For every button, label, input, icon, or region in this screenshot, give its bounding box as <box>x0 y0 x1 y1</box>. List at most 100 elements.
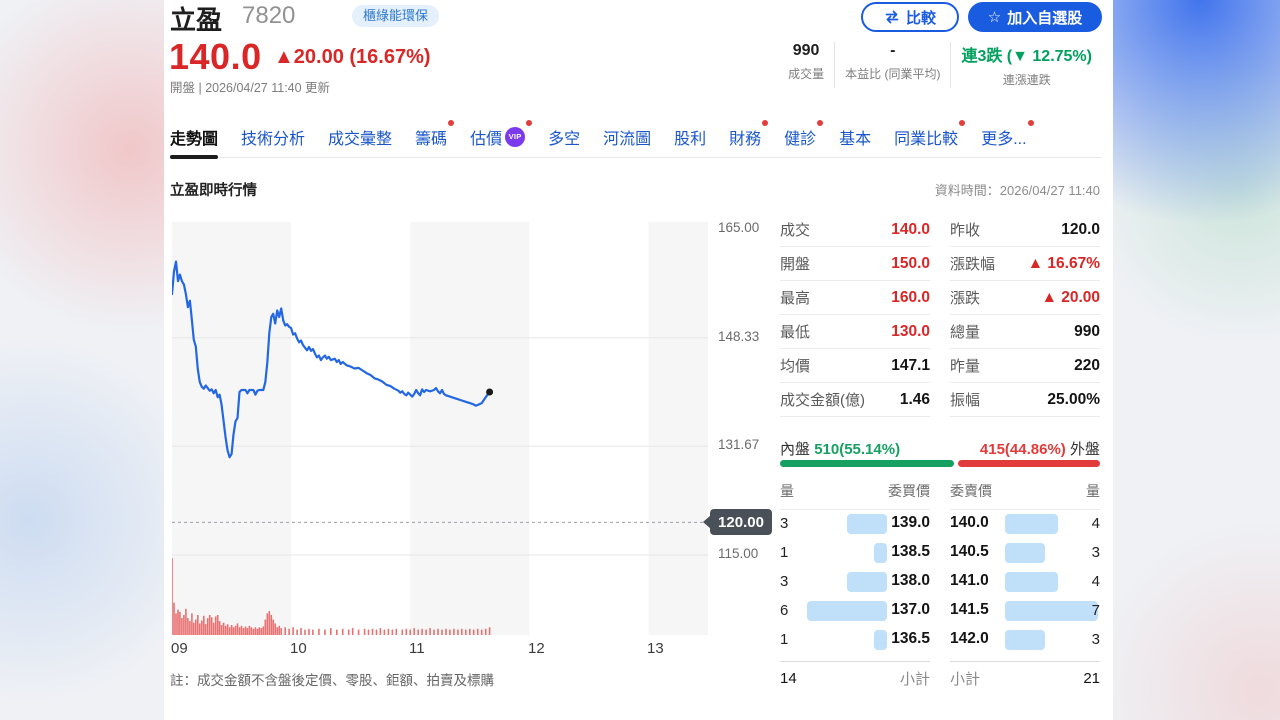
tab-item[interactable]: 多空 <box>548 116 580 157</box>
compare-button-label: 比較 <box>905 9 936 27</box>
outer-value: 415(44.86%) <box>979 441 1066 458</box>
add-watchlist-button[interactable]: ☆ 加入自選股 <box>968 2 1102 32</box>
tab-item[interactable]: 同業比較 <box>894 116 966 157</box>
tab-item[interactable]: 健診 <box>784 116 824 157</box>
tab-item[interactable]: 估價 VIP <box>470 116 533 157</box>
outer-label: 外盤 <box>1069 441 1100 458</box>
ask-row[interactable]: 141.0 4 <box>950 568 1100 597</box>
stat-value: 160.0 <box>891 288 930 306</box>
bid-qty: 1 <box>780 631 789 648</box>
y-axis-tick: 115.00 <box>718 546 759 561</box>
tab-label: 基本 <box>839 130 872 148</box>
notification-dot-icon <box>959 120 966 126</box>
volume-bar <box>391 629 394 635</box>
bid-row[interactable]: 1 136.5 <box>780 626 930 655</box>
quick-stat-label: 連漲連跌 <box>1002 73 1051 87</box>
y-axis-tick: 165.00 <box>718 220 760 235</box>
volume-bar <box>308 628 310 635</box>
volume-bar <box>201 620 203 635</box>
ask-price: 140.0 <box>950 514 989 531</box>
volume-bar <box>425 629 427 635</box>
volume-bar <box>173 602 175 635</box>
ask-row[interactable]: 140.5 3 <box>950 539 1100 568</box>
volume-bar <box>387 628 390 635</box>
stat-value: 120.0 <box>1061 220 1100 238</box>
bid-row[interactable]: 1 138.5 <box>780 539 930 568</box>
stat-label: 振幅 <box>950 392 981 409</box>
bid-depth-bar <box>847 572 887 592</box>
tab-item[interactable]: 股利 <box>674 116 706 157</box>
tab-item[interactable]: 技術分析 <box>241 116 305 157</box>
quick-stat-value: - <box>890 42 896 59</box>
stat-value: 220 <box>1074 356 1100 374</box>
volume-bar <box>264 619 267 635</box>
tab-item[interactable]: 走勢圖 <box>170 116 219 159</box>
volume-bar <box>256 628 259 635</box>
volume-bar <box>240 625 243 635</box>
stat-value: 25.00% <box>1047 390 1100 408</box>
stat-value: 147.1 <box>891 356 930 374</box>
intraday-chart[interactable]: 120.00 165.00 148.33 131.67 115.00 09 10 11 12 1… <box>170 220 797 667</box>
stat-label: 均價 <box>780 358 811 375</box>
volume-bar <box>268 611 271 635</box>
bid-price: 137.0 <box>891 601 930 618</box>
x-axis-tick: 13 <box>647 640 664 657</box>
volume-bar <box>274 623 276 635</box>
volume-bar <box>250 627 253 635</box>
tab-item[interactable]: 財務 <box>729 116 769 157</box>
chart-canvas[interactable] <box>170 222 708 636</box>
compare-button[interactable]: 比較 <box>861 2 959 32</box>
x-axis-tick: 10 <box>290 640 307 657</box>
volume-bar <box>421 628 423 635</box>
tab-item[interactable]: 更多... <box>981 116 1034 157</box>
tab-item[interactable]: 基本 <box>839 116 871 157</box>
volume-bar <box>429 628 431 635</box>
compare-arrows-icon <box>884 10 900 24</box>
volume-bar <box>433 629 435 635</box>
bid-total: 14 <box>780 669 797 687</box>
ask-qty: 7 <box>1091 602 1100 619</box>
volume-bar <box>375 629 378 635</box>
tab-label: 更多... <box>981 130 1027 148</box>
tab-item[interactable]: 成交彙整 <box>328 116 392 157</box>
hour-band <box>172 222 292 635</box>
volume-bar <box>226 624 229 635</box>
quick-stat: - 本益比 (同業平均) <box>834 42 950 88</box>
inner-bar-segment <box>780 460 955 467</box>
tab-item[interactable]: 籌碼 <box>415 116 455 157</box>
x-axis-tick: 12 <box>528 640 545 657</box>
ask-row[interactable]: 141.5 7 <box>950 597 1100 626</box>
volume-bar <box>445 628 447 635</box>
volume-bar <box>457 629 459 635</box>
stat-value: 990 <box>1074 322 1100 340</box>
ask-row[interactable]: 140.0 4 <box>950 510 1100 539</box>
volume-bar <box>242 628 245 635</box>
volume-bar <box>195 619 197 635</box>
stock-name: 立盈 <box>170 5 223 35</box>
industry-tag[interactable]: 櫃綠能環保 <box>352 5 440 27</box>
volume-bar <box>383 629 386 635</box>
volume-bar <box>179 611 181 635</box>
ask-price: 142.0 <box>950 630 989 647</box>
bid-row[interactable]: 3 138.0 <box>780 568 930 597</box>
quick-stats: 990 成交量 - 本益比 (同業平均) 連3跌 (▼ 12.75%) 連漲連跌 <box>778 42 1102 88</box>
bid-row[interactable]: 6 137.0 <box>780 597 930 626</box>
volume-bar <box>469 628 471 635</box>
volume-bar <box>183 615 185 635</box>
notification-dot-icon <box>762 120 769 126</box>
volume-bar <box>187 618 189 635</box>
volume-bar <box>324 629 326 635</box>
bid-row[interactable]: 3 139.0 <box>780 510 930 539</box>
volume-bar <box>266 613 269 635</box>
volume-bar <box>244 626 247 635</box>
ask-row[interactable]: 142.0 3 <box>950 626 1100 655</box>
volume-bar <box>417 629 419 635</box>
content-card: 立盈 7820 櫃綠能環保 比較 ☆ 加入自選股 140.0 ▲20.00 (1… <box>164 0 1113 720</box>
volume-bar <box>395 628 398 635</box>
stats-column-right: 昨收 120.0 漲跌幅 ▲ 16.67% 漲跌 ▲ 20.00 總量 990 昨量 220 振幅 2… <box>950 213 1100 417</box>
volume-bar <box>461 628 463 635</box>
stat-row: 開盤 150.0 <box>780 247 930 281</box>
volume-bar <box>437 628 439 635</box>
orderbook-ask-header: 委賣價 量 <box>950 481 1100 510</box>
tab-item[interactable]: 河流圖 <box>603 116 651 157</box>
